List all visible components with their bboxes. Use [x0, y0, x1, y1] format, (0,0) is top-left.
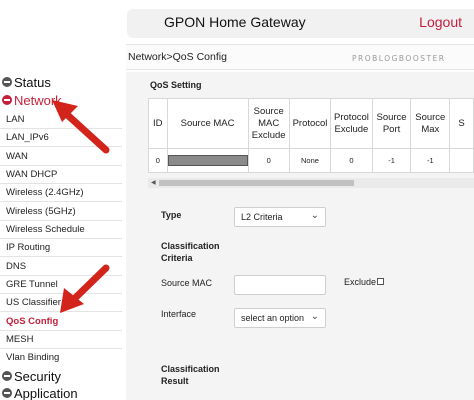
divider — [0, 128, 122, 129]
collapse-icon — [2, 95, 12, 105]
column-header: Source Max — [410, 98, 451, 149]
sidebar-item-wan[interactable]: WAN — [6, 151, 28, 162]
table-row[interactable]: 0 0 None 0 -1 -1 — [148, 148, 474, 173]
column-header: S — [449, 98, 474, 149]
source-mac-label: Source MAC — [161, 278, 213, 288]
column-header: Source MAC Exclude — [247, 98, 290, 149]
interface-select-value: select an option — [241, 313, 305, 323]
type-select[interactable]: L2 Criteria ⌄ — [234, 207, 326, 227]
divider — [0, 330, 122, 331]
table-cell-mac — [166, 148, 249, 173]
sidebar-item-wireless-24[interactable]: Wireless (2.4GHz) — [6, 187, 84, 198]
expand-icon — [2, 388, 12, 398]
sidebar-group-label: Status — [14, 74, 51, 90]
column-header: Protocol Exclude — [330, 98, 373, 149]
divider — [0, 201, 122, 202]
table-cell: -1 — [371, 148, 412, 173]
chevron-down-icon: ⌄ — [310, 311, 319, 322]
column-header: Protocol — [288, 98, 332, 149]
divider — [0, 293, 122, 294]
sidebar-item-mesh[interactable]: MESH — [6, 334, 33, 345]
classification-criteria-label: Classification Criteria — [161, 241, 220, 263]
column-header: Source Port — [371, 98, 412, 149]
scrollbar-thumb[interactable] — [159, 180, 354, 186]
qos-table: ID Source MAC Source MAC Exclude Protoco… — [148, 98, 474, 173]
table-cell: 0 — [330, 148, 373, 173]
section-title: QoS Setting — [150, 80, 202, 90]
column-header: ID — [148, 98, 168, 149]
interface-select[interactable]: select an option ⌄ — [234, 308, 326, 328]
classification-result-label: Classification Result — [161, 364, 220, 386]
breadcrumb: Network>QoS Config — [128, 51, 227, 63]
sidebar-item-qos-config[interactable]: QoS Config — [6, 316, 58, 327]
collapse-icon — [2, 77, 12, 87]
sidebar-group-security[interactable]: Security — [0, 367, 61, 385]
breadcrumb-bar: Network>QoS Config PROBLOGBOOSTER — [126, 44, 474, 70]
exclude-label: Exclude — [344, 277, 377, 287]
watermark: PROBLOGBOOSTER — [352, 54, 446, 63]
sidebar-group-label: Security — [14, 368, 61, 384]
sidebar-item-ip-routing[interactable]: IP Routing — [6, 242, 50, 253]
main-content: QoS Setting ID Source MAC Source MAC Exc… — [126, 72, 474, 400]
sidebar-item-wireless-5[interactable]: Wireless (5GHz) — [6, 206, 76, 217]
divider — [0, 256, 122, 257]
sidebar-group-label: Network — [14, 92, 62, 108]
sidebar-item-wan-dhcp[interactable]: WAN DHCP — [6, 169, 57, 180]
table-cell: None — [288, 148, 332, 173]
table-header-row: ID Source MAC Source MAC Exclude Protoco… — [148, 98, 474, 149]
type-label: Type — [161, 210, 182, 220]
divider — [0, 275, 122, 276]
column-header: Source MAC — [166, 98, 249, 149]
sidebar-group-label: Application — [14, 385, 78, 400]
divider — [0, 220, 122, 221]
table-cell: -1 — [410, 148, 451, 173]
divider — [0, 183, 122, 184]
table-cell — [449, 148, 474, 173]
sidebar-item-lan[interactable]: LAN — [6, 114, 24, 125]
type-select-value: L2 Criteria — [241, 212, 283, 222]
sidebar-item-us-classifier[interactable]: US Classifier — [6, 297, 61, 308]
horizontal-scrollbar[interactable]: ◀ — [148, 178, 474, 188]
divider — [0, 311, 122, 312]
sidebar-item-vlan-binding[interactable]: Vlan Binding — [6, 352, 59, 363]
sidebar-item-gre-tunnel[interactable]: GRE Tunnel — [6, 279, 58, 290]
table-cell: 0 — [148, 148, 168, 173]
sidebar-item-wireless-schedule[interactable]: Wireless Schedule — [6, 224, 85, 235]
app-title: GPON Home Gateway — [164, 14, 306, 30]
logout-link[interactable]: Logout — [419, 14, 462, 30]
sidebar-item-lan-ipv6[interactable]: LAN_IPv6 — [6, 132, 49, 143]
table-cell: 0 — [247, 148, 290, 173]
chevron-down-icon: ⌄ — [310, 210, 319, 221]
divider — [0, 348, 122, 349]
sidebar-group-network[interactable]: Network — [0, 91, 62, 109]
divider — [0, 146, 122, 147]
top-header: GPON Home Gateway Logout — [127, 9, 474, 38]
scroll-left-icon[interactable]: ◀ — [151, 179, 156, 186]
exclude-checkbox[interactable] — [377, 278, 384, 285]
interface-label: Interface — [161, 309, 197, 319]
sidebar-item-dns[interactable]: DNS — [6, 261, 26, 272]
source-mac-input[interactable] — [234, 275, 326, 295]
divider — [0, 238, 122, 239]
expand-icon — [2, 371, 12, 381]
sidebar-group-application[interactable]: Application — [0, 384, 78, 400]
sidebar-group-status[interactable]: Status — [0, 73, 51, 91]
redacted-mac — [167, 155, 248, 166]
divider — [0, 165, 122, 166]
